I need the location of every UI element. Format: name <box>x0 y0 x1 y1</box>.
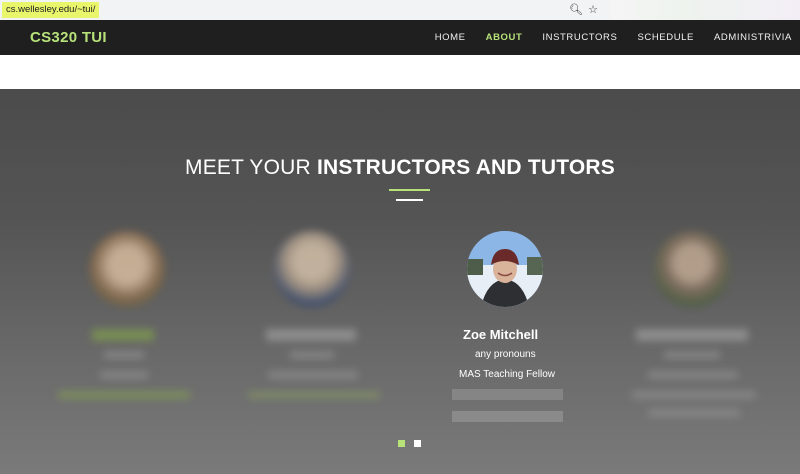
url-text[interactable]: cs.wellesley.edu/~tui/ <box>2 2 100 18</box>
section-heading: MEET YOUR INSTRUCTORS AND TUTORS <box>0 156 800 180</box>
star-icon[interactable]: ☆ <box>585 2 601 18</box>
nav-instructors[interactable]: INSTRUCTORS <box>542 32 617 43</box>
redacted-text <box>268 371 358 379</box>
redacted-text <box>648 371 738 379</box>
site-navbar: CS320 TUI HOME ABOUT INSTRUCTORS SCHEDUL… <box>0 20 800 55</box>
heading-accent-rule <box>389 189 430 191</box>
spacer-band <box>0 55 800 89</box>
redacted-text <box>664 351 720 359</box>
avatar <box>654 231 730 307</box>
nav-schedule[interactable]: SCHEDULE <box>637 32 694 43</box>
address-bar[interactable]: cs.wellesley.edu/~tui/ 🔍︎ ☆ <box>0 0 606 20</box>
instructor-role: MAS Teaching Fellow <box>459 369 555 380</box>
redacted-text <box>58 391 190 399</box>
redacted-name <box>92 329 154 341</box>
zoom-icon[interactable]: 🔍︎ <box>568 2 584 18</box>
heading-bold: INSTRUCTORS AND TUTORS <box>316 156 615 179</box>
redacted-contact <box>452 389 563 400</box>
redacted-text <box>632 391 756 399</box>
avatar-photo <box>467 231 543 307</box>
redacted-name <box>636 329 748 341</box>
redacted-text <box>104 351 144 359</box>
nav-about[interactable]: ABOUT <box>486 32 523 43</box>
instructor-pronouns: any pronouns <box>475 349 536 360</box>
heading-light: MEET YOUR <box>185 156 311 179</box>
instructors-section: MEET YOUR INSTRUCTORS AND TUTORS Zoe Mit… <box>0 89 800 474</box>
avatar <box>89 231 165 307</box>
redacted-text <box>100 371 148 379</box>
redacted-text <box>290 351 334 359</box>
redacted-contact <box>452 411 563 422</box>
avatar <box>274 231 350 307</box>
carousel-dot-2[interactable] <box>414 440 421 447</box>
person-photo-icon <box>467 231 543 307</box>
instructor-name: Zoe Mitchell <box>463 327 539 342</box>
browser-toolbar-extras <box>610 0 800 20</box>
redacted-name <box>266 329 356 341</box>
redacted-text <box>648 409 740 417</box>
carousel-dot-1[interactable] <box>398 440 405 447</box>
browser-toolbar: cs.wellesley.edu/~tui/ 🔍︎ ☆ <box>0 0 800 20</box>
heading-underline <box>396 199 423 201</box>
redacted-text <box>248 391 380 399</box>
site-brand[interactable]: CS320 TUI <box>30 29 107 46</box>
nav-menu: HOME ABOUT INSTRUCTORS SCHEDULE ADMINIST… <box>435 20 800 55</box>
nav-administrivia[interactable]: ADMINISTRIVIA <box>714 32 792 43</box>
nav-home[interactable]: HOME <box>435 32 466 43</box>
